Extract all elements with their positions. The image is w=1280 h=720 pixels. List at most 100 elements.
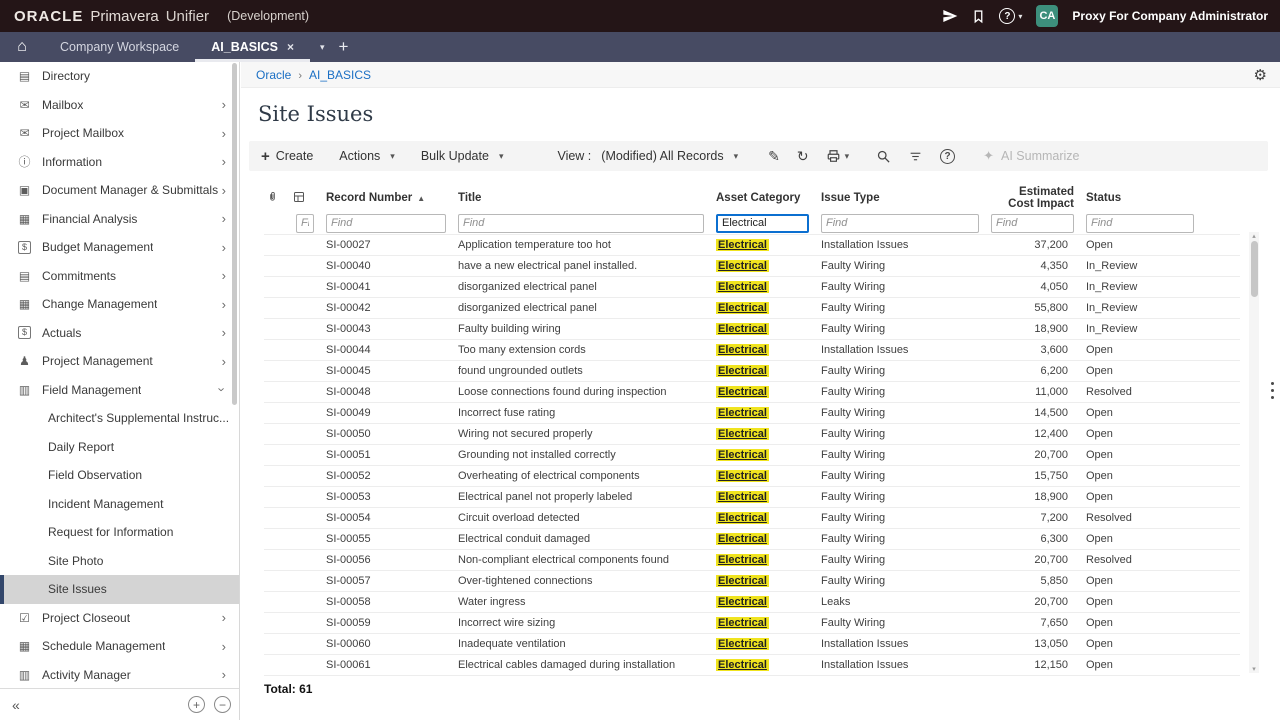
table-row[interactable]: SI-00053Electrical panel not properly la… bbox=[264, 486, 1240, 507]
col-header-issue-type[interactable]: Issue Type bbox=[815, 183, 985, 213]
print-menu[interactable]: ▾ bbox=[826, 149, 850, 163]
filter-input-title[interactable] bbox=[458, 214, 704, 233]
sidebar-item-document-manager-submittals[interactable]: ▣Document Manager & Submittals› bbox=[0, 176, 239, 205]
tab-company-workspace[interactable]: Company Workspace bbox=[44, 32, 195, 62]
sidebar-item-field-observation[interactable]: Field Observation bbox=[0, 461, 239, 490]
table-row[interactable]: SI-00027Application temperature too hotE… bbox=[264, 234, 1240, 255]
cost-impact-cell: 15,750 bbox=[985, 465, 1080, 486]
home-button[interactable]: ⌂ bbox=[0, 32, 44, 62]
filter-input-cost-impact[interactable] bbox=[991, 214, 1074, 233]
sidebar-item-schedule-management[interactable]: ▦Schedule Management› bbox=[0, 632, 239, 661]
sidebar-item-commitments[interactable]: ▤Commitments› bbox=[0, 262, 239, 291]
sidebar-item-project-management[interactable]: ♟Project Management› bbox=[0, 347, 239, 376]
sidebar-item-site-photo[interactable]: Site Photo bbox=[0, 547, 239, 576]
avatar[interactable]: CA bbox=[1036, 5, 1058, 27]
highlighted-match: Electrical bbox=[716, 344, 769, 356]
sidebar-item-actuals[interactable]: $Actuals› bbox=[0, 319, 239, 348]
scrollbar-thumb[interactable] bbox=[1251, 241, 1258, 297]
announcements-icon[interactable] bbox=[942, 8, 958, 24]
sidebar-item-budget-management[interactable]: $Budget Management› bbox=[0, 233, 239, 262]
table-row[interactable]: SI-00052Overheating of electrical compon… bbox=[264, 465, 1240, 486]
table-row[interactable]: SI-00049Incorrect fuse ratingElectricalF… bbox=[264, 402, 1240, 423]
table-row[interactable]: SI-00058Water ingressElectricalLeaks20,7… bbox=[264, 591, 1240, 612]
table-row[interactable]: SI-00051Grounding not installed correctl… bbox=[264, 444, 1240, 465]
sidebar-item-project-mailbox[interactable]: ✉Project Mailbox› bbox=[0, 119, 239, 148]
zoom-out-button[interactable]: − bbox=[214, 696, 231, 713]
table-row[interactable]: SI-00055Electrical conduit damagedElectr… bbox=[264, 528, 1240, 549]
table-row[interactable]: SI-00040have a new electrical panel inst… bbox=[264, 255, 1240, 276]
filter-input-record-number[interactable] bbox=[326, 214, 446, 233]
scroll-up-icon[interactable]: ▴ bbox=[1249, 232, 1259, 240]
table-row[interactable]: SI-00042disorganized electrical panelEle… bbox=[264, 297, 1240, 318]
help-icon[interactable]: ? bbox=[940, 149, 955, 164]
panel-splitter-handle[interactable] bbox=[1271, 382, 1274, 399]
tab-ai-basics[interactable]: AI_BASICS× bbox=[195, 32, 310, 62]
new-tab-button[interactable]: + bbox=[339, 37, 349, 57]
highlighted-match: Electrical bbox=[716, 596, 769, 608]
sidebar-item-incident-management[interactable]: Incident Management bbox=[0, 490, 239, 519]
col-header-linked-records-icon bbox=[290, 183, 320, 213]
settings-gear-icon[interactable]: ⚙ bbox=[1254, 66, 1267, 84]
breadcrumb-link-ai-basics[interactable]: AI_BASICS bbox=[309, 68, 371, 82]
table-row[interactable]: SI-00059Incorrect wire sizingElectricalF… bbox=[264, 612, 1240, 633]
filter-input-issue-type[interactable] bbox=[821, 214, 979, 233]
filter-input-linked[interactable] bbox=[296, 214, 314, 233]
tabs-dropdown-icon[interactable]: ▾ bbox=[320, 42, 325, 53]
sidebar-item-daily-report[interactable]: Daily Report bbox=[0, 433, 239, 462]
filter-input-asset-category[interactable] bbox=[716, 214, 809, 233]
sort-asc-icon[interactable]: ▲ bbox=[417, 194, 425, 203]
sidebar-item-mailbox[interactable]: ✉Mailbox› bbox=[0, 91, 239, 120]
help-menu[interactable]: ? ▾ bbox=[999, 8, 1022, 24]
search-icon[interactable] bbox=[876, 149, 891, 164]
col-header-status[interactable]: Status bbox=[1080, 183, 1200, 213]
sidebar-item-information[interactable]: ⓘInformation› bbox=[0, 148, 239, 177]
sidebar-item-site-issues[interactable]: Site Issues bbox=[0, 575, 239, 604]
sidebar-item-project-closeout[interactable]: ☑Project Closeout› bbox=[0, 604, 239, 633]
sidebar-item-architect-s-supplemental-instruc[interactable]: Architect's Supplemental Instruc... bbox=[0, 404, 239, 433]
sidebar-item-directory[interactable]: ▤Directory bbox=[0, 62, 239, 91]
table-row[interactable]: SI-00043Faulty building wiringElectrical… bbox=[264, 318, 1240, 339]
table-row[interactable]: SI-00041disorganized electrical panelEle… bbox=[264, 276, 1240, 297]
view-label: View : bbox=[557, 149, 591, 163]
table-scrollbar[interactable]: ▴ ▾ bbox=[1249, 232, 1259, 673]
attachment-cell bbox=[264, 654, 290, 675]
table-row[interactable]: SI-00061Electrical cables damaged during… bbox=[264, 654, 1240, 675]
filter-input-status[interactable] bbox=[1086, 214, 1194, 233]
zoom-in-button[interactable]: + bbox=[188, 696, 205, 713]
col-header-asset-category[interactable]: Asset Category bbox=[710, 183, 815, 213]
table-row[interactable]: SI-00054Circuit overload detectedElectri… bbox=[264, 507, 1240, 528]
actions-menu[interactable]: Actions ▾ bbox=[339, 149, 395, 163]
table-row[interactable]: SI-00057Over-tightened connectionsElectr… bbox=[264, 570, 1240, 591]
breadcrumb-link-oracle[interactable]: Oracle bbox=[256, 68, 291, 82]
sidebar-item-activity-manager[interactable]: ▥Activity Manager› bbox=[0, 661, 239, 689]
table-row[interactable]: SI-00050Wiring not secured properlyElect… bbox=[264, 423, 1240, 444]
ai-summarize-button[interactable]: ✦ AI Summarize bbox=[983, 148, 1079, 164]
refresh-icon[interactable]: ↻ bbox=[797, 148, 809, 165]
table-row[interactable]: SI-00048Loose connections found during i… bbox=[264, 381, 1240, 402]
linked-cell bbox=[290, 276, 320, 297]
collapse-sidebar-button[interactable]: « bbox=[12, 697, 20, 713]
bulk-update-menu[interactable]: Bulk Update ▾ bbox=[421, 149, 504, 163]
sidebar-item-financial-analysis[interactable]: ▦Financial Analysis› bbox=[0, 205, 239, 234]
bookmarks-icon[interactable] bbox=[972, 9, 985, 24]
col-header-estimated-cost-impact[interactable]: Estimated Cost Impact bbox=[985, 183, 1080, 213]
sidebar-scrollbar[interactable] bbox=[232, 63, 237, 405]
filter-icon[interactable] bbox=[908, 150, 923, 163]
table-row[interactable]: SI-00060Inadequate ventilationElectrical… bbox=[264, 633, 1240, 654]
sidebar-item-request-for-information[interactable]: Request for Information bbox=[0, 518, 239, 547]
close-tab-icon[interactable]: × bbox=[287, 40, 294, 54]
spacer-cell bbox=[1200, 549, 1240, 570]
chevron-down-icon: ▾ bbox=[1018, 12, 1022, 21]
view-selector[interactable]: (Modified) All Records ▾ bbox=[601, 149, 738, 163]
col-header-record-number[interactable]: Record Number▲ bbox=[320, 183, 452, 213]
table-row[interactable]: SI-00056Non-compliant electrical compone… bbox=[264, 549, 1240, 570]
col-header-title[interactable]: Title bbox=[452, 183, 710, 213]
scroll-down-icon[interactable]: ▾ bbox=[1249, 665, 1259, 673]
product-name-primavera: Primavera bbox=[90, 8, 158, 25]
create-button[interactable]: + Create bbox=[261, 148, 313, 165]
table-row[interactable]: SI-00045found ungrounded outletsElectric… bbox=[264, 360, 1240, 381]
edit-icon[interactable]: ✎ bbox=[768, 148, 780, 165]
table-row[interactable]: SI-00044Too many extension cordsElectric… bbox=[264, 339, 1240, 360]
sidebar-item-change-management[interactable]: ▦Change Management› bbox=[0, 290, 239, 319]
sidebar-item-field-management[interactable]: ▥Field Management› bbox=[0, 376, 239, 405]
